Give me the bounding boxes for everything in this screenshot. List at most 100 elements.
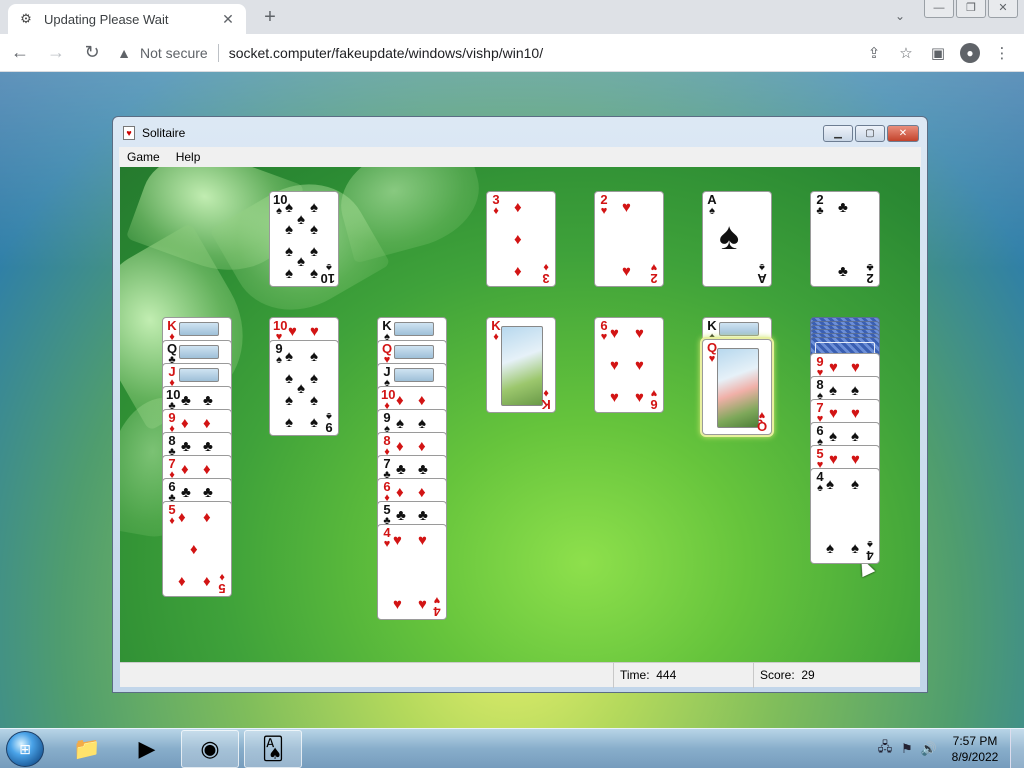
card-rank: A ♠ xyxy=(707,192,717,217)
spade-pip: ♠ xyxy=(285,370,293,387)
bookmark-star-icon[interactable]: ☆ xyxy=(890,38,922,68)
tableau-card[interactable]: K ♦ K ♦ xyxy=(486,317,556,413)
card-rank: 9 ♠ xyxy=(325,410,333,435)
solitaire-statusbar: Time: 444 Score: 29 xyxy=(120,662,920,688)
spade-pip: ♠ xyxy=(297,253,305,270)
time-value: 444 xyxy=(656,668,677,682)
profile-icon[interactable]: ● xyxy=(954,38,986,68)
spade-pip: ♠ xyxy=(310,243,318,260)
warning-triangle-icon[interactable]: ▲ xyxy=(114,45,134,61)
selected-card[interactable]: Q ♥ Q ♥ xyxy=(702,339,772,435)
spade-pip: ♠ xyxy=(297,211,305,228)
game-felt[interactable]: 10 ♠ ♠ ♠ ♠ ♠ ♠ ♠ ♠ ♠ ♠ ♠ 10 ♠ 3 ♦ ♦ ♦ ♦ 3 ♦ … xyxy=(120,167,920,662)
back-arrow-icon[interactable]: ← xyxy=(4,37,36,69)
time-readout: Time: 444 xyxy=(613,663,753,688)
minimize-icon[interactable]: — xyxy=(924,0,954,18)
time-label: Time: xyxy=(620,668,650,682)
address-bar[interactable]: ▲ Not secure socket.computer/fakeupdate/… xyxy=(108,38,908,68)
spade-pip: ♠ xyxy=(310,370,318,387)
heart-pip: ♥ xyxy=(610,325,619,342)
club-pip: ♣ xyxy=(203,392,213,409)
browser-toolbar: ← → ↻ ▲ Not secure socket.computer/fakeu… xyxy=(0,34,1024,72)
not-secure-label[interactable]: Not secure xyxy=(140,45,208,61)
restore-icon[interactable]: ❐ xyxy=(956,0,986,18)
heart-pip: ♥ xyxy=(851,359,860,376)
score-label: Score: xyxy=(760,668,795,682)
side-panel-icon[interactable]: ▣ xyxy=(922,38,954,68)
solitaire-app-icon: ♥ xyxy=(123,126,135,140)
media-player-taskbar-icon[interactable]: ▶ xyxy=(118,730,176,768)
volume-icon[interactable]: 🔊 xyxy=(918,741,940,757)
diamond-pip: ♦ xyxy=(514,263,522,280)
card-rank: A ♠ xyxy=(757,261,767,286)
forward-arrow-icon[interactable]: → xyxy=(40,37,72,69)
score-readout: Score: 29 xyxy=(753,663,920,688)
club-pip: ♣ xyxy=(203,484,213,501)
club-pip: ♣ xyxy=(418,461,428,478)
tableau-card[interactable]: 4 ♥ ♥ ♥ ♥ ♥ 4 ♥ xyxy=(377,524,447,620)
clock-date: 8/9/2022 xyxy=(951,750,999,764)
start-button[interactable]: ⊞ xyxy=(6,731,44,767)
spade-pip: ♠ xyxy=(826,476,834,493)
foundation-2-hearts[interactable]: 2 ♥ ♥ ♥ 2 ♥ xyxy=(594,191,664,287)
tab-close-icon[interactable]: ✕ xyxy=(220,11,236,28)
card-rank: 9 ♠ xyxy=(275,341,283,366)
menu-help[interactable]: Help xyxy=(168,150,209,164)
card-rank: K ♦ xyxy=(541,387,551,412)
card-rank: 2 ♥ xyxy=(600,192,608,217)
network-icon[interactable]: 🖧 xyxy=(874,738,896,760)
avatar: ● xyxy=(960,43,980,63)
spade-pip: ♠ xyxy=(396,415,404,432)
menu-game[interactable]: Game xyxy=(119,150,168,164)
foundation-2-clubs[interactable]: 2 ♣ ♣ ♣ 2 ♣ xyxy=(810,191,880,287)
stock-card[interactable]: 10 ♠ ♠ ♠ ♠ ♠ ♠ ♠ ♠ ♠ ♠ ♠ 10 ♠ xyxy=(269,191,339,287)
share-icon[interactable]: ⇪ xyxy=(858,38,890,68)
minimize-icon[interactable]: ▁ xyxy=(823,125,853,142)
tab-search-chevron-icon[interactable]: ⌄ xyxy=(895,9,905,23)
spade-pip: ♠ xyxy=(310,348,318,365)
card-rank: Q ♥ xyxy=(756,409,768,434)
system-clock[interactable]: 7:57 PM 8/9/2022 xyxy=(940,733,1010,765)
system-tray: 🖧 ⚑ 🔊 7:57 PM 8/9/2022 xyxy=(874,729,1024,768)
heart-pip: ♥ xyxy=(851,405,860,422)
diamond-pip: ♦ xyxy=(396,392,404,409)
spade-pip: ♠ xyxy=(826,540,834,557)
spade-pip: ♠ xyxy=(310,414,318,431)
close-icon[interactable]: ✕ xyxy=(887,125,919,142)
diamond-pip: ♦ xyxy=(203,461,211,478)
chrome-taskbar-icon[interactable]: ◉ xyxy=(181,730,239,768)
foundation-ace-spades[interactable]: A ♠ ♠ A ♠ xyxy=(702,191,772,287)
solitaire-titlebar[interactable]: ♥ Solitaire ▁ ▢ ✕ xyxy=(113,117,927,147)
tableau-card[interactable]: 6 ♥ ♥ ♥ ♥ ♥ ♥ ♥ 6 ♥ xyxy=(594,317,664,413)
menu-kebab-icon[interactable]: ⋮ xyxy=(986,38,1018,68)
action-center-flag-icon[interactable]: ⚑ xyxy=(896,741,918,757)
diamond-pip: ♦ xyxy=(514,231,522,248)
tab-title: Updating Please Wait xyxy=(44,11,169,27)
queen-face-art xyxy=(717,348,759,428)
windows-taskbar: ⊞ 📁 ▶ ◉ 🂡 🖧 ⚑ 🔊 7:57 PM 8/9/2022 xyxy=(0,728,1024,768)
foundation-3-diamonds[interactable]: 3 ♦ ♦ ♦ ♦ 3 ♦ xyxy=(486,191,556,287)
card-rank: 4 ♠ xyxy=(866,538,874,563)
heart-pip: ♥ xyxy=(829,359,838,376)
diamond-pip: ♦ xyxy=(181,461,189,478)
card-rank: 2 ♣ xyxy=(866,261,874,286)
tableau-card[interactable]: 4 ♠ ♠ ♠ ♠ ♠ 4 ♠ xyxy=(810,468,880,564)
card-rank: 3 ♦ xyxy=(542,261,550,286)
tableau-card[interactable]: 9 ♠ ♠ ♠ ♠ ♠ ♠ ♠ ♠ ♠ ♠ 9 ♠ xyxy=(269,340,339,436)
maximize-icon[interactable]: ▢ xyxy=(855,125,885,142)
club-pip: ♣ xyxy=(181,484,191,501)
club-pip: ♣ xyxy=(838,263,848,280)
spade-pip: ♠ xyxy=(297,380,305,397)
reload-icon[interactable]: ↻ xyxy=(76,37,108,69)
solitaire-taskbar-icon[interactable]: 🂡 xyxy=(244,730,302,768)
tableau-card[interactable]: 5 ♦ ♦ ♦ ♦ ♦ ♦ 5 ♦ xyxy=(162,501,232,597)
url-text[interactable]: socket.computer/fakeupdate/windows/vishp… xyxy=(229,45,543,61)
show-desktop-button[interactable] xyxy=(1010,729,1024,768)
close-icon[interactable]: ✕ xyxy=(988,0,1018,18)
explorer-taskbar-icon[interactable]: 📁 xyxy=(58,730,116,768)
heart-pip: ♥ xyxy=(829,405,838,422)
diamond-pip: ♦ xyxy=(203,415,211,432)
browser-tab[interactable]: ⚙ Updating Please Wait ✕ xyxy=(8,4,246,34)
card-rank: 6 ♥ xyxy=(600,318,608,343)
new-tab-button[interactable]: + xyxy=(258,6,282,30)
